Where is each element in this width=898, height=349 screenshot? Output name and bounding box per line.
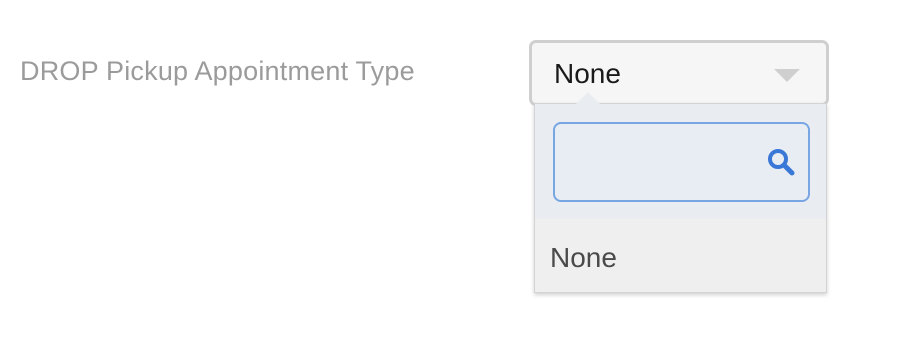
search-area (535, 104, 826, 219)
option-none[interactable]: None (535, 219, 826, 294)
dropdown-caret (576, 92, 600, 104)
chevron-down-icon (774, 69, 800, 82)
field-label: DROP Pickup Appointment Type (20, 56, 415, 86)
appointment-type-select[interactable]: None (529, 40, 829, 106)
search-field[interactable] (553, 122, 810, 202)
search-input[interactable] (555, 124, 783, 200)
search-icon (768, 149, 795, 176)
select-dropdown: None (534, 103, 827, 293)
select-value: None (554, 58, 621, 89)
